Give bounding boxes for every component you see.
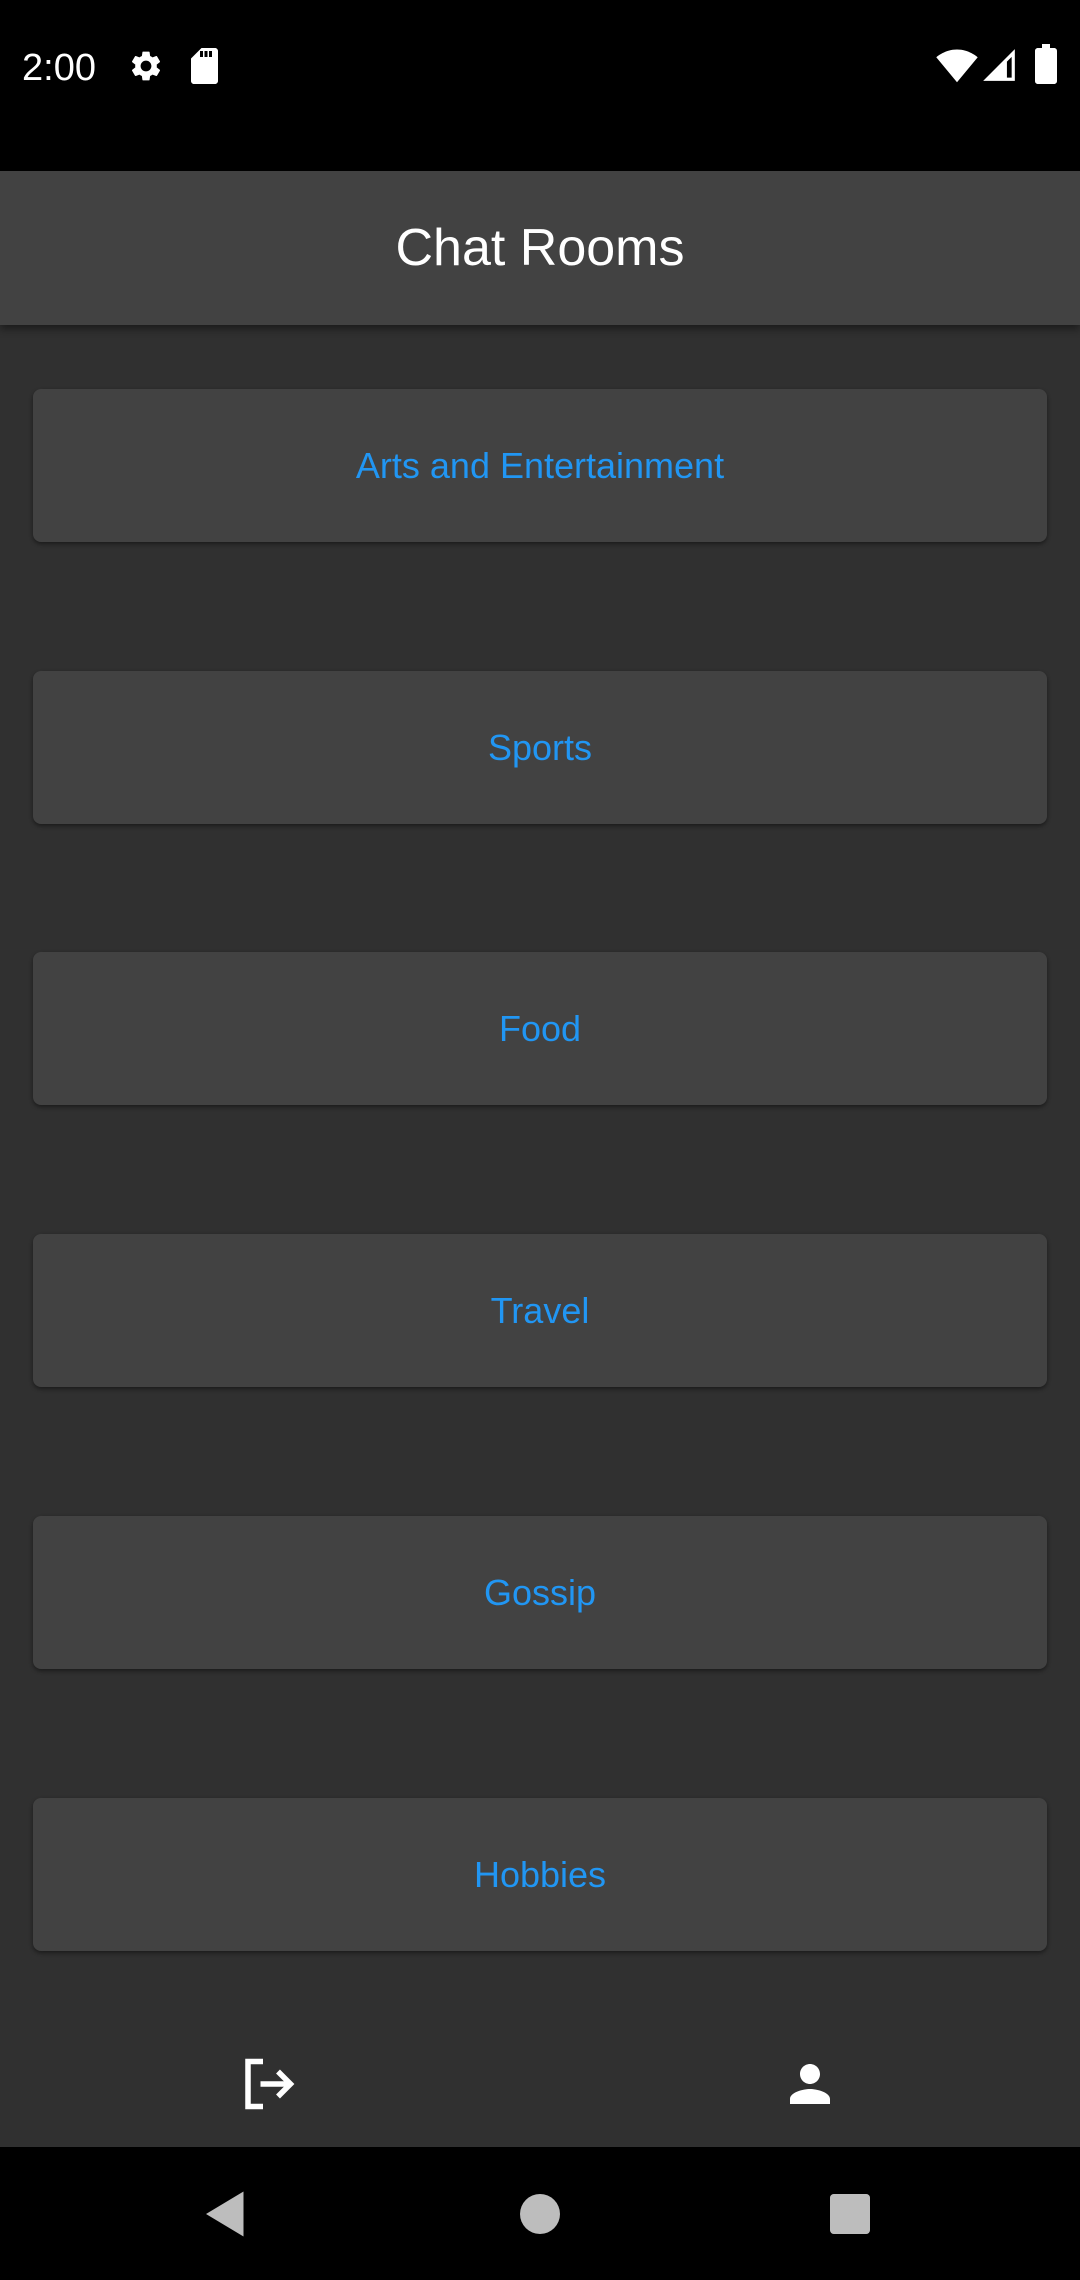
status-time: 2:00 — [22, 47, 96, 89]
room-list: Arts and Entertainment Sports Food Trave… — [0, 325, 1080, 2005]
status-bar: 2:00 — [0, 0, 1080, 171]
room-button-arts-and-entertainment[interactable]: Arts and Entertainment — [33, 389, 1047, 542]
recents-icon[interactable] — [820, 2184, 880, 2244]
room-button-travel[interactable]: Travel — [33, 1234, 1047, 1387]
bottom-bar — [0, 2005, 1080, 2147]
wifi-icon — [936, 46, 978, 89]
back-icon[interactable] — [196, 2184, 256, 2244]
battery-icon — [1034, 44, 1058, 89]
home-icon[interactable] — [510, 2184, 570, 2244]
room-button-hobbies[interactable]: Hobbies — [33, 1798, 1047, 1951]
profile-icon[interactable] — [780, 2054, 840, 2114]
sd-card-icon — [190, 48, 222, 89]
gear-icon — [128, 48, 164, 89]
app-bar: Chat Rooms — [0, 171, 1080, 325]
page-title: Chat Rooms — [395, 219, 685, 277]
logout-icon[interactable] — [238, 2054, 298, 2114]
room-button-sports[interactable]: Sports — [33, 671, 1047, 824]
room-button-gossip[interactable]: Gossip — [33, 1516, 1047, 1669]
room-button-food[interactable]: Food — [33, 952, 1047, 1105]
system-nav-bar — [0, 2147, 1080, 2280]
screen: 2:00 Chat Rooms Arts and Entertainment S… — [0, 0, 1080, 2280]
cell-signal-icon — [980, 46, 1018, 89]
